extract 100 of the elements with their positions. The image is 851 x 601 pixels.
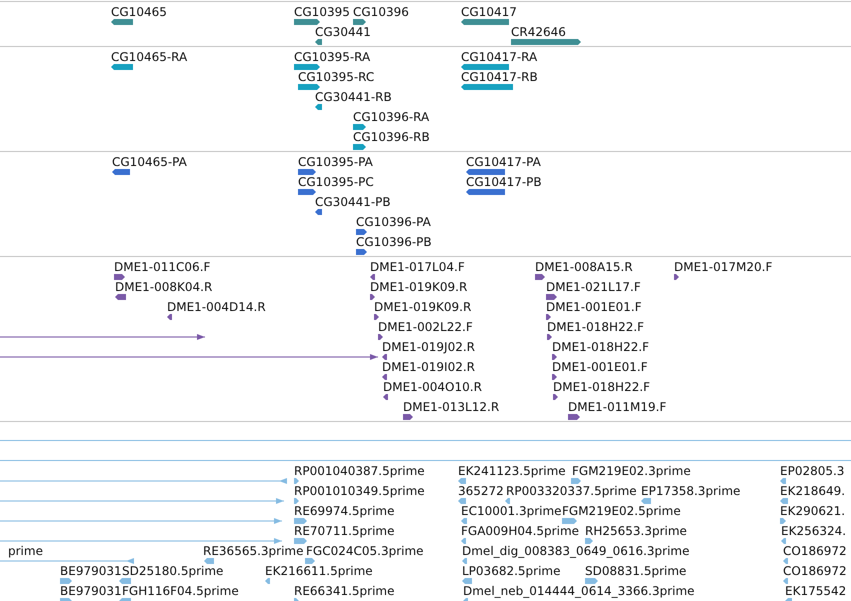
feature-label[interactable]: FGH116F04.5prime — [122, 584, 239, 598]
feature-label[interactable]: FGA009H04.5prime — [461, 524, 580, 538]
feature-label[interactable]: CG10417 — [461, 5, 517, 19]
feature-arrow[interactable] — [167, 314, 172, 320]
feature-label[interactable]: RP001040387.5prime — [294, 464, 425, 478]
feature-arrow[interactable] — [674, 274, 679, 280]
feature-label[interactable]: CG10396 — [353, 5, 409, 19]
feature-arrow[interactable] — [353, 19, 366, 25]
feature-arrow[interactable] — [298, 189, 316, 195]
feature-label[interactable]: FGM219E02.5prime — [562, 504, 681, 518]
feature-arrow[interactable] — [356, 229, 367, 235]
feature-label[interactable]: CG10396-PA — [356, 215, 431, 229]
feature-arrow[interactable] — [111, 64, 133, 70]
feature-label[interactable]: DME1-019K09.R — [370, 280, 468, 294]
feature-label[interactable]: DME1-018H22.F — [553, 380, 650, 394]
feature-label[interactable]: FGC024C05.3prime — [306, 544, 424, 558]
feature-arrow[interactable] — [461, 84, 513, 90]
feature-arrow[interactable] — [535, 274, 545, 280]
feature-label[interactable]: EP02805.3 — [780, 464, 844, 478]
feature-arrow[interactable] — [552, 354, 557, 360]
feature-label[interactable]: CG10465-RA — [111, 50, 188, 64]
feature-label[interactable]: DME1-019I02.R — [382, 360, 476, 374]
feature-label[interactable]: DME1-019J02.R — [382, 340, 476, 354]
feature-label[interactable]: RP003320337.5prime — [506, 484, 637, 498]
feature-arrow[interactable] — [294, 64, 320, 70]
feature-label[interactable]: CO186972 — [783, 564, 847, 578]
feature-label[interactable]: RE66341.5prime — [294, 584, 394, 598]
feature-label[interactable]: CG10417-RB — [461, 70, 538, 84]
feature-arrow[interactable] — [552, 374, 557, 380]
feature-label[interactable]: DME1-004O10.R — [383, 380, 482, 394]
feature-arrow[interactable] — [370, 294, 375, 300]
feature-label[interactable]: CG30441-RB — [315, 90, 392, 104]
feature-label[interactable]: EK256324. — [781, 524, 846, 538]
feature-label[interactable]: CG10465 — [111, 5, 167, 19]
feature-arrow[interactable] — [353, 144, 366, 150]
feature-label[interactable]: DME1-002L22.F — [378, 320, 473, 334]
feature-label[interactable]: CO186972 — [783, 544, 847, 558]
feature-arrow[interactable] — [115, 294, 126, 300]
feature-label[interactable]: DME1-008K04.R — [115, 280, 212, 294]
feature-label[interactable]: EK290621. — [780, 504, 846, 518]
feature-label[interactable]: 365272 — [458, 484, 504, 498]
feature-label[interactable]: EK175542 — [785, 584, 846, 598]
feature-label[interactable]: DME1-011M19.F — [568, 400, 666, 414]
feature-arrow[interactable] — [298, 169, 316, 175]
feature-arrow[interactable] — [315, 104, 322, 110]
feature-label[interactable]: prime — [8, 544, 43, 558]
feature-label[interactable]: CG10417-RA — [461, 50, 538, 64]
feature-label[interactable]: EC10001.3prime — [461, 504, 562, 518]
feature-label[interactable]: CG30441 — [315, 25, 371, 39]
feature-arrow[interactable] — [466, 169, 505, 175]
feature-arrow[interactable] — [374, 314, 379, 320]
feature-label[interactable]: SD08831.5prime — [585, 564, 686, 578]
feature-arrow[interactable] — [356, 249, 367, 255]
feature-label[interactable]: EK218649. — [780, 484, 846, 498]
feature-label[interactable]: SD25180.5prime — [122, 564, 224, 578]
feature-label[interactable]: RE69974.5prime — [294, 504, 394, 518]
feature-label[interactable]: RP001010349.5prime — [294, 484, 425, 498]
feature-label[interactable]: DME1-017L04.F — [370, 260, 465, 274]
feature-label[interactable]: FGM219E02.3prime — [572, 464, 691, 478]
feature-arrow[interactable] — [466, 189, 505, 195]
feature-label[interactable]: EK216611.5prime — [265, 564, 373, 578]
feature-arrow[interactable] — [546, 294, 557, 300]
feature-arrow[interactable] — [382, 354, 387, 360]
feature-arrow[interactable] — [370, 274, 375, 280]
feature-label[interactable]: CG10396-RB — [353, 130, 430, 144]
feature-arrow[interactable] — [315, 39, 322, 45]
feature-arrow[interactable] — [114, 274, 125, 280]
feature-label[interactable]: EP17358.3prime — [641, 484, 740, 498]
feature-arrow[interactable] — [553, 394, 558, 400]
feature-label[interactable]: BE979031 — [60, 564, 122, 578]
feature-arrow[interactable] — [112, 169, 130, 175]
feature-arrow[interactable] — [383, 394, 388, 400]
feature-label[interactable]: RE70711.5prime — [294, 524, 394, 538]
feature-label[interactable]: RE36565.3prime — [203, 544, 304, 558]
feature-arrow[interactable] — [378, 334, 383, 340]
feature-label[interactable]: DME1-004D14.R — [167, 300, 266, 314]
feature-arrow[interactable] — [294, 19, 320, 25]
feature-label[interactable]: CG10417-PA — [466, 155, 541, 169]
feature-arrow[interactable] — [403, 414, 413, 420]
feature-arrow[interactable] — [353, 124, 366, 130]
feature-label[interactable]: EK241123.5prime — [458, 464, 566, 478]
feature-label[interactable]: DME1-001E01.F — [552, 360, 648, 374]
feature-label[interactable]: DME1-018H22.F — [552, 340, 650, 354]
feature-arrow[interactable] — [568, 414, 580, 420]
feature-label[interactable]: DME1-019K09.R — [374, 300, 472, 314]
feature-arrow[interactable] — [461, 64, 509, 70]
feature-label[interactable]: Dmel_dig_008383_0649_0616.3prime — [462, 544, 690, 558]
feature-label[interactable]: CG10395-RC — [298, 70, 374, 84]
feature-label[interactable]: DME1-021L17.F — [546, 280, 641, 294]
feature-label[interactable]: CG10395-RA — [294, 50, 370, 64]
feature-label[interactable]: CG10395 — [294, 5, 350, 19]
feature-label[interactable]: CG30441-PB — [315, 195, 391, 209]
feature-label[interactable]: CG10395-PC — [298, 175, 374, 189]
feature-label[interactable]: DME1-018H22.F — [547, 320, 644, 334]
feature-label[interactable]: Dmel_neb_014444_0614_3366.3prime — [463, 584, 695, 598]
feature-arrow[interactable] — [382, 374, 387, 380]
feature-label[interactable]: CG10417-PB — [466, 175, 542, 189]
feature-label[interactable]: CR42646 — [511, 25, 566, 39]
feature-label[interactable]: DME1-013L12.R — [403, 400, 500, 414]
feature-arrow[interactable] — [111, 19, 133, 25]
